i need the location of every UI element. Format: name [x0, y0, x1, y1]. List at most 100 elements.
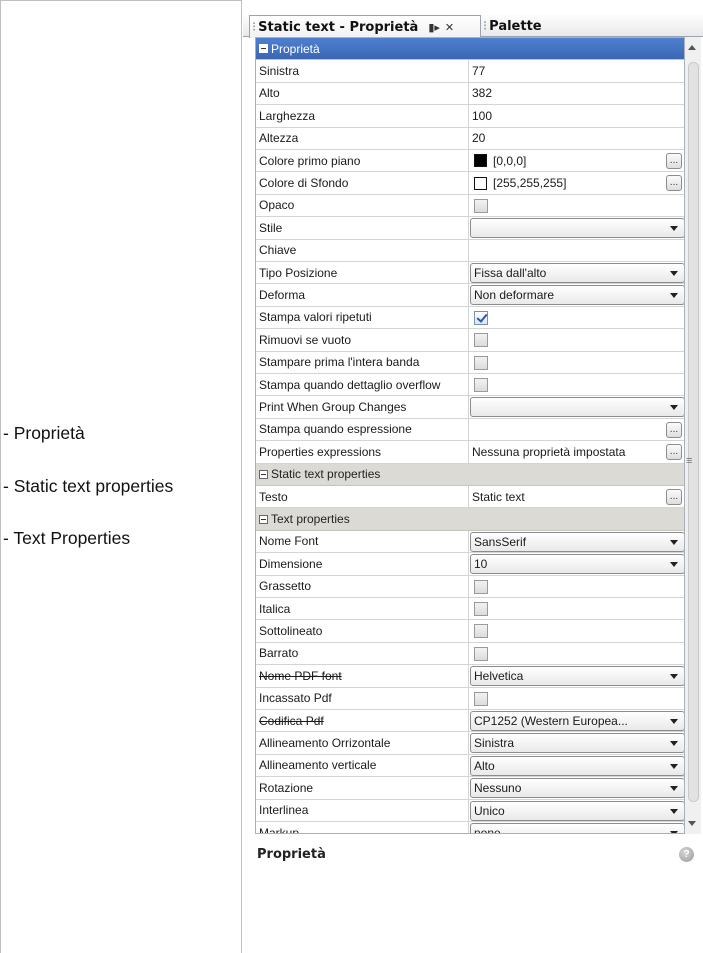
property-label: Grassetto — [256, 575, 469, 597]
italica-checkbox[interactable] — [474, 602, 488, 616]
ellipsis-button[interactable]: ... — [666, 421, 682, 438]
chevron-down-icon — [670, 763, 678, 769]
collapse-icon[interactable] — [259, 514, 268, 524]
section-text-properties[interactable]: Text properties — [256, 508, 684, 531]
grassetto-checkbox[interactable] — [474, 579, 488, 594]
property-row-barrato[interactable]: Barrato — [256, 642, 684, 666]
property-row-stampare-prima[interactable]: Stampare prima l'intera banda — [256, 351, 684, 374]
property-row-nome-pdf-font[interactable]: Nome PDF font Helvetica — [256, 665, 684, 688]
sottolineato-checkbox[interactable] — [474, 624, 488, 639]
markup-combobox[interactable]: none — [470, 823, 684, 833]
deforma-combobox[interactable]: Non deformare — [470, 285, 684, 306]
incassato-pdf-checkbox[interactable] — [474, 691, 488, 706]
stampa-valori-checkbox[interactable] — [474, 310, 488, 325]
property-row-italica[interactable]: Italica — [256, 598, 684, 621]
help-icon[interactable]: ? — [679, 847, 694, 862]
property-row-stampa-dettaglio-overflow[interactable]: Stampa quando dettaglio overflow — [256, 374, 684, 397]
tab-label: Palette — [489, 18, 542, 34]
ellipsis-button[interactable]: ... — [666, 489, 682, 505]
property-label: Nome Font — [256, 530, 469, 553]
scroll-thumb[interactable] — [688, 62, 699, 802]
allineamento-orizzontale-combobox[interactable]: Sinistra — [470, 733, 684, 754]
property-row-interlinea[interactable]: Interlinea Unico — [256, 799, 684, 822]
pin-icon[interactable]: ▮▸ — [428, 21, 440, 34]
property-label: Colore di Sfondo — [256, 172, 469, 194]
section-title: Proprietà — [271, 41, 320, 56]
print-group-combobox[interactable] — [470, 397, 684, 418]
property-label: Deforma — [256, 284, 469, 306]
nome-font-combobox[interactable]: SansSerif — [470, 531, 684, 552]
stampare-prima-checkbox[interactable] — [474, 355, 488, 370]
property-row-codifica-pdf[interactable]: Codifica Pdf CP1252 (Western Europea... — [256, 710, 684, 733]
allineamento-verticale-combobox[interactable]: Alto — [470, 755, 684, 776]
section-title: Text properties — [271, 512, 350, 527]
scroll-up-icon[interactable] — [688, 45, 696, 50]
property-row-alto[interactable]: Alto 382 — [256, 82, 684, 106]
property-row-chiave[interactable]: Chiave — [256, 239, 684, 262]
property-value[interactable]: [0,0,0] — [469, 150, 684, 171]
ellipsis-button[interactable]: ... — [666, 175, 682, 192]
ellipsis-button[interactable]: ... — [666, 153, 682, 169]
property-row-allineamento-verticale[interactable]: Allineamento verticale Alto — [256, 754, 684, 778]
close-icon[interactable]: ✕ — [445, 21, 454, 34]
opaco-checkbox[interactable] — [474, 198, 488, 213]
property-row-sinistra[interactable]: Sinistra 77 — [256, 60, 684, 83]
property-row-colore-primo-piano[interactable]: Colore primo piano [0,0,0] ... — [256, 150, 684, 173]
property-value[interactable]: 77 — [469, 60, 684, 81]
property-row-colore-sfondo[interactable]: Colore di Sfondo [255,255,255] ... — [256, 172, 684, 195]
property-row-incassato-pdf[interactable]: Incassato Pdf — [256, 687, 684, 710]
tipo-posizione-combobox[interactable]: Fissa dall'alto — [470, 263, 684, 283]
property-value[interactable]: Static text — [469, 486, 684, 507]
property-row-opaco[interactable]: Opaco — [256, 194, 684, 218]
rotazione-combobox[interactable]: Nessuno — [470, 778, 684, 799]
property-row-stampa-espressione[interactable]: Stampa quando espressione ... — [256, 418, 684, 442]
barrato-checkbox[interactable] — [474, 646, 488, 661]
stampa-dettaglio-checkbox[interactable] — [474, 378, 488, 392]
tab-static-text-properties[interactable]: ⁝ Static text - Proprietà ▮▸ ✕ — [249, 15, 481, 38]
property-row-grassetto[interactable]: Grassetto — [256, 575, 684, 598]
property-row-larghezza[interactable]: Larghezza 100 — [256, 105, 684, 128]
property-value[interactable] — [469, 419, 684, 440]
collapse-icon[interactable] — [259, 469, 268, 479]
interlinea-combobox[interactable]: Unico — [470, 800, 684, 821]
property-row-testo[interactable]: Testo Static text ... — [256, 486, 684, 509]
section-static-text-properties[interactable]: Static text properties — [256, 463, 684, 486]
dimensione-combobox[interactable]: 10 — [470, 554, 684, 575]
section-title: Static text properties — [271, 467, 381, 482]
codifica-pdf-combobox[interactable]: CP1252 (Western Europea... — [470, 711, 684, 731]
property-row-deforma[interactable]: Deforma Non deformare — [256, 284, 684, 307]
property-row-rotazione[interactable]: Rotazione Nessuno — [256, 777, 684, 800]
property-row-markup[interactable]: Markup none — [256, 822, 684, 833]
property-row-properties-expressions[interactable]: Properties expressions Nessuna proprietà… — [256, 441, 684, 464]
property-row-sottolineato[interactable]: Sottolineato — [256, 620, 684, 643]
property-value[interactable]: 20 — [469, 128, 684, 149]
vertical-scrollbar[interactable]: ≡ — [685, 37, 701, 834]
combo-value: CP1252 (Western Europea... — [474, 714, 628, 728]
property-value[interactable]: [255,255,255] — [469, 172, 684, 193]
property-row-nome-font[interactable]: Nome Font SansSerif — [256, 530, 684, 554]
color-swatch — [474, 154, 487, 168]
property-row-rimuovi-se-vuoto[interactable]: Rimuovi se vuoto — [256, 329, 684, 352]
property-row-tipo-posizione[interactable]: Tipo Posizione Fissa dall'alto — [256, 262, 684, 285]
collapse-icon[interactable] — [259, 44, 268, 54]
tab-palette[interactable]: ⁝ Palette — [483, 15, 542, 37]
property-value[interactable] — [469, 240, 684, 261]
property-row-allineamento-orizzontale[interactable]: Allineamento Orrizontale Sinistra — [256, 732, 684, 755]
property-row-stampa-valori-ripetuti[interactable]: Stampa valori ripetuti — [256, 306, 684, 330]
color-swatch — [474, 176, 487, 190]
property-row-stile[interactable]: Stile — [256, 217, 684, 240]
property-value[interactable]: 100 — [469, 105, 684, 126]
scroll-down-icon[interactable] — [688, 821, 696, 826]
property-row-print-when-group-changes[interactable]: Print When Group Changes — [256, 396, 684, 419]
combo-value: Alto — [474, 758, 495, 773]
property-row-dimensione[interactable]: Dimensione 10 — [256, 553, 684, 576]
rimuovi-checkbox[interactable] — [474, 333, 488, 348]
property-value[interactable]: Nessuna proprietà impostata — [469, 441, 684, 462]
nome-pdf-font-combobox[interactable]: Helvetica — [470, 666, 684, 687]
section-proprieta[interactable]: Proprietà — [256, 38, 684, 61]
ellipsis-button[interactable]: ... — [666, 444, 682, 461]
property-value[interactable]: 382 — [469, 83, 684, 104]
stile-combobox[interactable] — [470, 218, 684, 239]
doc-note: - Static text properties — [3, 476, 174, 496]
property-row-altezza[interactable]: Altezza 20 — [256, 127, 684, 150]
